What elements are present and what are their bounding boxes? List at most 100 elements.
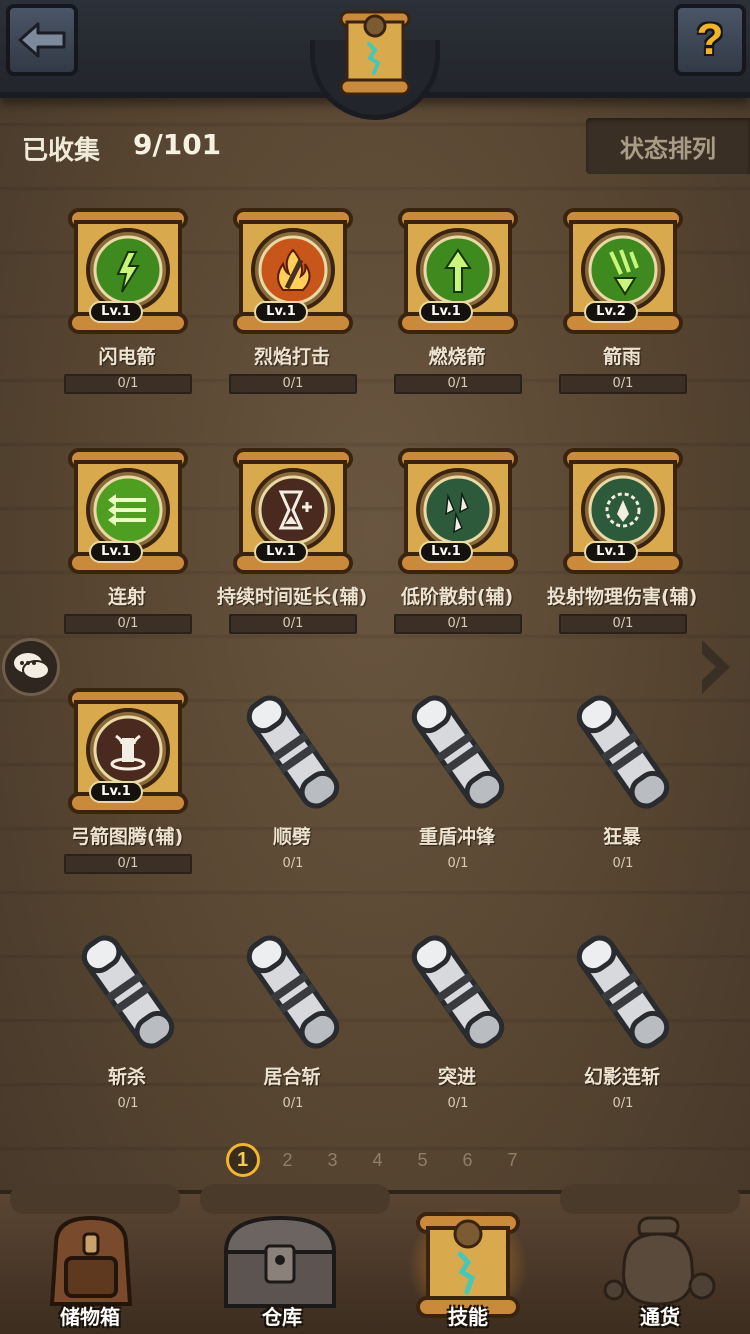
skill-name: 突进 bbox=[437, 1066, 476, 1088]
skill-scroll-icon bbox=[331, 4, 419, 98]
help-button[interactable]: ? bbox=[674, 4, 746, 76]
next-page-arrow-icon[interactable] bbox=[696, 636, 736, 698]
level-badge: Lv.1 bbox=[89, 541, 143, 563]
sort-button[interactable]: 状态排列 bbox=[586, 118, 750, 174]
skill-progress: 0/1 bbox=[559, 614, 687, 634]
arrow-left-icon bbox=[18, 22, 66, 58]
nav-item-currency[interactable]: 通货 bbox=[570, 1196, 750, 1334]
skill-card[interactable]: Lv.1 低阶散射(辅) 0/1 bbox=[382, 444, 532, 644]
skill-name: 烈焰打击 bbox=[253, 346, 330, 368]
nav-item-storage[interactable]: 储物箱 bbox=[0, 1196, 180, 1334]
skill-card[interactable]: Lv.1 投射物理伤害(辅) 0/1 bbox=[547, 444, 697, 644]
skill-card[interactable]: Lv.1 连射 0/1 bbox=[52, 444, 202, 644]
skill-progress: 0/1 bbox=[64, 614, 192, 634]
page-number: 1 bbox=[225, 1143, 260, 1177]
skill-name: 箭雨 bbox=[602, 346, 641, 368]
page-number: 2 bbox=[282, 1149, 293, 1170]
background bbox=[0, 0, 750, 1334]
skill-progress: 0/1 bbox=[447, 856, 469, 871]
skill-progress: 0/1 bbox=[229, 374, 357, 394]
skill-name: 斩杀 bbox=[107, 1066, 146, 1088]
nav-label: 储物箱 bbox=[60, 1305, 120, 1329]
level-badge: Lv.1 bbox=[89, 781, 143, 803]
nav-label: 通货 bbox=[640, 1305, 680, 1329]
skill-name: 狂暴 bbox=[602, 826, 641, 848]
skill-card[interactable]: Lv.1 弓箭图腾(辅) 0/1 bbox=[52, 684, 202, 884]
page-number: 4 bbox=[372, 1149, 383, 1170]
nav-item-skills[interactable]: 技能 bbox=[378, 1196, 558, 1334]
skill-name: 重盾冲锋 bbox=[418, 826, 495, 848]
skill-name: 弓箭图腾(辅) bbox=[70, 826, 184, 848]
skill-card[interactable]: 顺劈 0/1 bbox=[217, 684, 367, 884]
locked-scroll-icon bbox=[576, 695, 670, 809]
page-5[interactable]: 5 bbox=[400, 1150, 445, 1171]
page-7[interactable]: 7 bbox=[490, 1150, 535, 1171]
skill-progress: 0/1 bbox=[447, 1096, 469, 1111]
skill-progress: 0/1 bbox=[229, 614, 357, 634]
skill-card[interactable]: Lv.2 箭雨 0/1 bbox=[547, 204, 697, 404]
skill-progress: 0/1 bbox=[117, 1096, 139, 1111]
skill-card[interactable]: Lv.1 闪电箭 0/1 bbox=[52, 204, 202, 404]
page-number: 5 bbox=[417, 1149, 428, 1170]
page-number: 7 bbox=[507, 1149, 518, 1170]
level-badge: Lv.1 bbox=[419, 301, 473, 323]
skill-name: 投射物理伤害(辅) bbox=[547, 586, 698, 608]
chat-button[interactable] bbox=[2, 638, 60, 696]
skill-card[interactable]: 斩杀 0/1 bbox=[52, 924, 202, 1124]
nav-label: 仓库 bbox=[262, 1305, 302, 1329]
page-3[interactable]: 3 bbox=[310, 1150, 355, 1171]
level-badge: Lv.1 bbox=[89, 301, 143, 323]
skill-card[interactable]: Lv.1 燃烧箭 0/1 bbox=[382, 204, 532, 404]
page-1[interactable]: 1 bbox=[220, 1143, 265, 1177]
level-badge: Lv.1 bbox=[419, 541, 473, 563]
locked-scroll-icon bbox=[411, 935, 505, 1049]
locked-scroll-icon bbox=[576, 935, 670, 1049]
skill-progress: 0/1 bbox=[612, 856, 634, 871]
page-number: 6 bbox=[462, 1149, 473, 1170]
locked-scroll-icon bbox=[411, 695, 505, 809]
page-6[interactable]: 6 bbox=[445, 1150, 490, 1171]
skill-name: 低阶散射(辅) bbox=[400, 586, 514, 608]
skill-progress: 0/1 bbox=[612, 1096, 634, 1111]
back-button[interactable] bbox=[6, 4, 78, 76]
skill-card[interactable]: 居合斩 0/1 bbox=[217, 924, 367, 1124]
collected-label: 已收集 bbox=[22, 136, 101, 166]
nav-item-warehouse[interactable]: 仓库 bbox=[192, 1196, 372, 1334]
skill-card[interactable]: 突进 0/1 bbox=[382, 924, 532, 1124]
skill-card[interactable]: 幻影连斩 0/1 bbox=[547, 924, 697, 1124]
chat-bubble-icon bbox=[12, 651, 50, 680]
skill-name: 幻影连斩 bbox=[583, 1066, 660, 1088]
skill-name: 闪电箭 bbox=[98, 346, 156, 368]
page-4[interactable]: 4 bbox=[355, 1150, 400, 1171]
locked-scroll-icon bbox=[246, 935, 340, 1049]
backpack-icon bbox=[49, 1215, 133, 1306]
skill-progress: 0/1 bbox=[394, 614, 522, 634]
locked-scroll-icon bbox=[81, 935, 175, 1049]
locked-scroll-icon bbox=[246, 695, 340, 809]
skill-card[interactable]: 狂暴 0/1 bbox=[547, 684, 697, 884]
treasure-chest-icon bbox=[223, 1215, 337, 1308]
level-badge: Lv.1 bbox=[254, 541, 308, 563]
skill-card[interactable]: Lv.1 烈焰打击 0/1 bbox=[217, 204, 367, 404]
page-2[interactable]: 2 bbox=[265, 1150, 310, 1171]
level-badge: Lv.1 bbox=[584, 541, 638, 563]
skill-progress: 0/1 bbox=[64, 374, 192, 394]
page-number: 3 bbox=[327, 1149, 338, 1170]
skill-progress: 0/1 bbox=[64, 854, 192, 874]
skill-name: 持续时间延长(辅) bbox=[217, 586, 368, 608]
skill-card[interactable]: Lv.1 持续时间延长(辅) 0/1 bbox=[217, 444, 367, 644]
coin-bag-icon bbox=[603, 1216, 716, 1306]
skill-name: 居合斩 bbox=[263, 1066, 321, 1088]
skill-card[interactable]: 重盾冲锋 0/1 bbox=[382, 684, 532, 884]
skill-name: 燃烧箭 bbox=[428, 346, 486, 368]
level-badge: Lv.2 bbox=[584, 301, 638, 323]
skill-progress: 0/1 bbox=[559, 374, 687, 394]
skill-name: 连射 bbox=[107, 586, 146, 608]
nav-label: 技能 bbox=[448, 1305, 488, 1329]
skill-name: 顺劈 bbox=[272, 826, 311, 848]
pagination: 1 2 3 4 5 6 7 bbox=[220, 1140, 535, 1180]
skill-progress: 0/1 bbox=[394, 374, 522, 394]
skill-progress: 0/1 bbox=[282, 1096, 304, 1111]
collected-count: 9/101 bbox=[133, 128, 222, 161]
level-badge: Lv.1 bbox=[254, 301, 308, 323]
